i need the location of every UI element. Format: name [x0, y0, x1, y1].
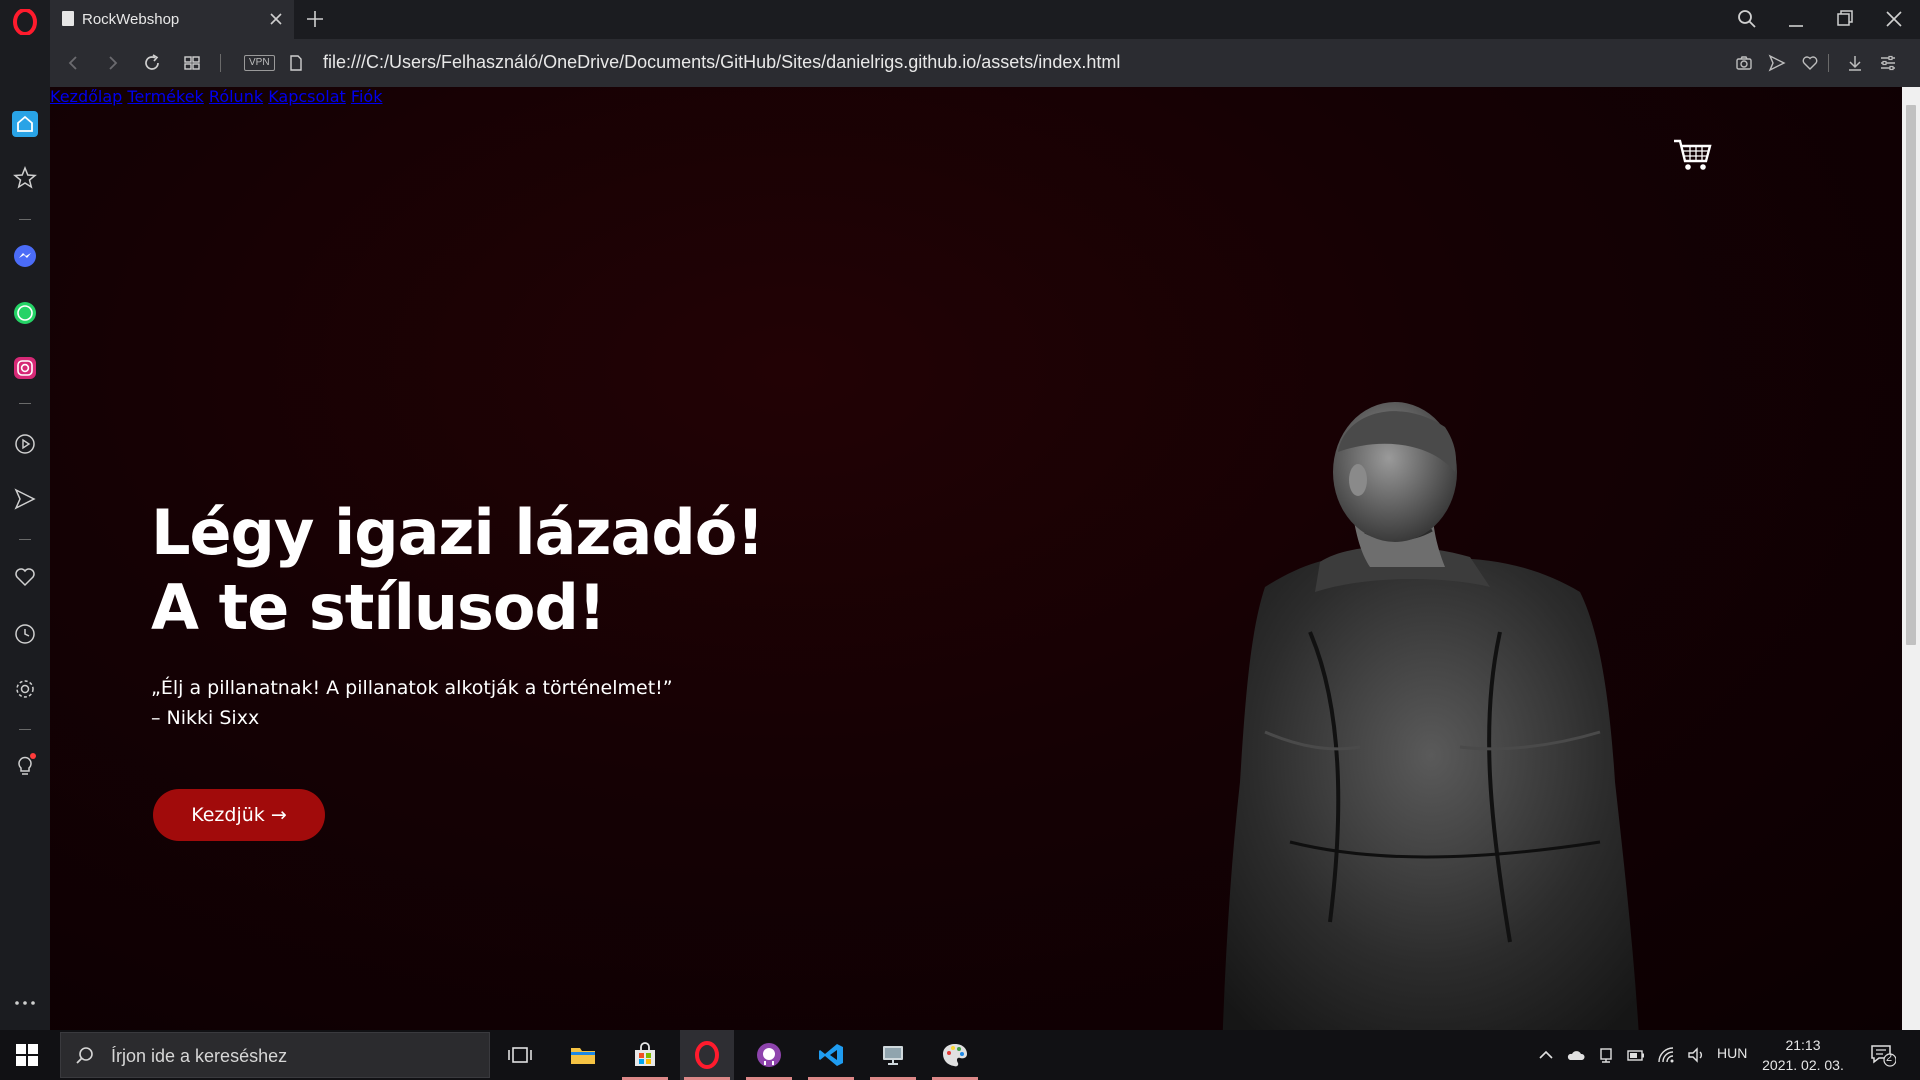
nav-link-account[interactable]: Fiók [351, 87, 383, 106]
hero-title-line-2: A te stílusod! [151, 571, 606, 644]
battery-icon[interactable] [1626, 1045, 1646, 1065]
snapshot-camera-icon[interactable] [1734, 53, 1754, 73]
bookmark-heart-icon[interactable] [1800, 53, 1820, 73]
more-options-icon[interactable] [12, 990, 38, 1016]
player-icon[interactable] [12, 431, 38, 457]
device-icon[interactable] [1596, 1045, 1616, 1065]
task-view-icon [508, 1047, 532, 1063]
opera-logo-icon[interactable] [12, 9, 38, 35]
github-icon [757, 1043, 781, 1067]
paint-app[interactable] [928, 1030, 982, 1080]
input-language[interactable]: HUN [1717, 1045, 1747, 1061]
show-hidden-icons-chevron-icon[interactable] [1536, 1045, 1556, 1065]
hero-quote: „Élj a pillanatnak! A pillanatok alkotjá… [151, 673, 673, 733]
paint-palette-icon [943, 1044, 967, 1067]
taskbar-search-box[interactable]: Írjon ide a kereséshez [60, 1032, 490, 1078]
new-tab-icon[interactable] [304, 8, 326, 30]
close-tab-icon[interactable] [266, 9, 286, 29]
minimize-icon[interactable] [1782, 6, 1810, 32]
my-flow-send-icon[interactable] [12, 486, 38, 512]
web-page-viewport: Kezdőlap Termékek Rólunk Kapcsolat Fiók … [50, 87, 1902, 1030]
wifi-icon[interactable] [1656, 1045, 1676, 1065]
whatsapp-icon[interactable] [12, 300, 38, 326]
folder-icon [571, 1048, 595, 1064]
browser-sidebar [0, 39, 50, 1030]
vscode-icon [819, 1044, 843, 1066]
browser-tab-strip: RockWebshop [0, 0, 1920, 39]
back-icon[interactable] [64, 53, 84, 73]
quote-text: „Élj a pillanatnak! A pillanatok alkotjá… [151, 677, 673, 699]
notification-count: 2 [1886, 1052, 1893, 1064]
instagram-icon[interactable] [12, 355, 38, 381]
browser-tab[interactable]: RockWebshop [50, 0, 294, 39]
sidebar-separator [19, 539, 31, 540]
opera-icon [695, 1041, 719, 1069]
close-window-icon[interactable] [1880, 6, 1908, 32]
search-icon [76, 1047, 93, 1064]
task-view-button[interactable] [493, 1030, 547, 1080]
shopping-cart-icon[interactable] [1672, 137, 1714, 173]
microsoft-store-app[interactable] [618, 1030, 672, 1080]
action-center-button[interactable]: 2 [1870, 1043, 1897, 1067]
address-bar: VPN file:///C:/Users/Felhasználó/OneDriv… [50, 39, 1920, 87]
page-icon [62, 11, 74, 26]
rocker-jacket-photo [1222, 402, 1639, 1030]
nav-link-about[interactable]: Rólunk [209, 87, 263, 106]
store-bag-icon [635, 1042, 655, 1066]
easy-setup-icon[interactable] [1878, 53, 1898, 73]
tab-grid-icon[interactable] [182, 53, 202, 73]
toolbar-divider [220, 54, 221, 72]
bookmarks-heart-icon[interactable] [12, 564, 38, 590]
computer-icon [883, 1046, 903, 1065]
send-icon[interactable] [1767, 53, 1787, 73]
restore-icon[interactable] [1831, 6, 1859, 32]
file-explorer-app[interactable] [556, 1030, 610, 1080]
search-tabs-icon[interactable] [1733, 6, 1761, 32]
windows-start-icon[interactable] [16, 1044, 38, 1066]
taskbar-clock[interactable]: 21:13 2021. 02. 03. [1760, 1035, 1846, 1075]
quote-author: – Nikki Sixx [151, 707, 260, 729]
vscode-app[interactable] [804, 1030, 858, 1080]
volume-icon[interactable] [1686, 1045, 1706, 1065]
scrollbar-thumb[interactable] [1906, 105, 1916, 645]
sidebar-separator [19, 403, 31, 404]
site-navigation: Kezdőlap Termékek Rólunk Kapcsolat Fiók [50, 87, 1902, 106]
reload-icon[interactable] [142, 53, 162, 73]
file-icon[interactable] [286, 53, 306, 73]
url-field[interactable]: file:///C:/Users/Felhasználó/OneDrive/Do… [323, 52, 1120, 73]
hero-title-line-1: Légy igazi lázadó! [151, 496, 765, 569]
remote-desktop-app[interactable] [866, 1030, 920, 1080]
tips-lightbulb-icon[interactable] [12, 752, 38, 778]
nav-link-products[interactable]: Termékek [127, 87, 203, 106]
settings-gear-icon[interactable] [12, 676, 38, 702]
hero-title: Légy igazi lázadó! A te stílusod! [151, 495, 765, 645]
search-placeholder: Írjon ide a kereséshez [111, 1046, 288, 1066]
get-started-button[interactable]: Kezdjük → [153, 789, 325, 841]
home-icon[interactable] [12, 111, 38, 137]
download-icon[interactable] [1845, 53, 1865, 73]
nav-link-home[interactable]: Kezdőlap [50, 87, 122, 106]
toolbar-divider [1828, 54, 1829, 72]
speed-dial-star-icon[interactable] [12, 165, 38, 191]
sidebar-separator [19, 729, 31, 730]
onedrive-cloud-icon[interactable] [1566, 1045, 1586, 1065]
tab-title: RockWebshop [82, 11, 180, 28]
sidebar-separator [19, 219, 31, 220]
page-scrollbar[interactable] [1902, 87, 1920, 1030]
vpn-badge[interactable]: VPN [244, 55, 275, 71]
opera-browser-app[interactable] [680, 1030, 734, 1080]
windows-taskbar: Írjon ide a kereséshez HUN 21:13 2021. 0… [0, 1030, 1920, 1080]
messenger-icon[interactable] [12, 243, 38, 269]
history-clock-icon[interactable] [12, 621, 38, 647]
forward-icon[interactable] [102, 53, 122, 73]
clock-date: 2021. 02. 03. [1762, 1057, 1844, 1073]
github-desktop-app[interactable] [742, 1030, 796, 1080]
clock-time: 21:13 [1785, 1037, 1821, 1053]
nav-link-contact[interactable]: Kapcsolat [268, 87, 346, 106]
